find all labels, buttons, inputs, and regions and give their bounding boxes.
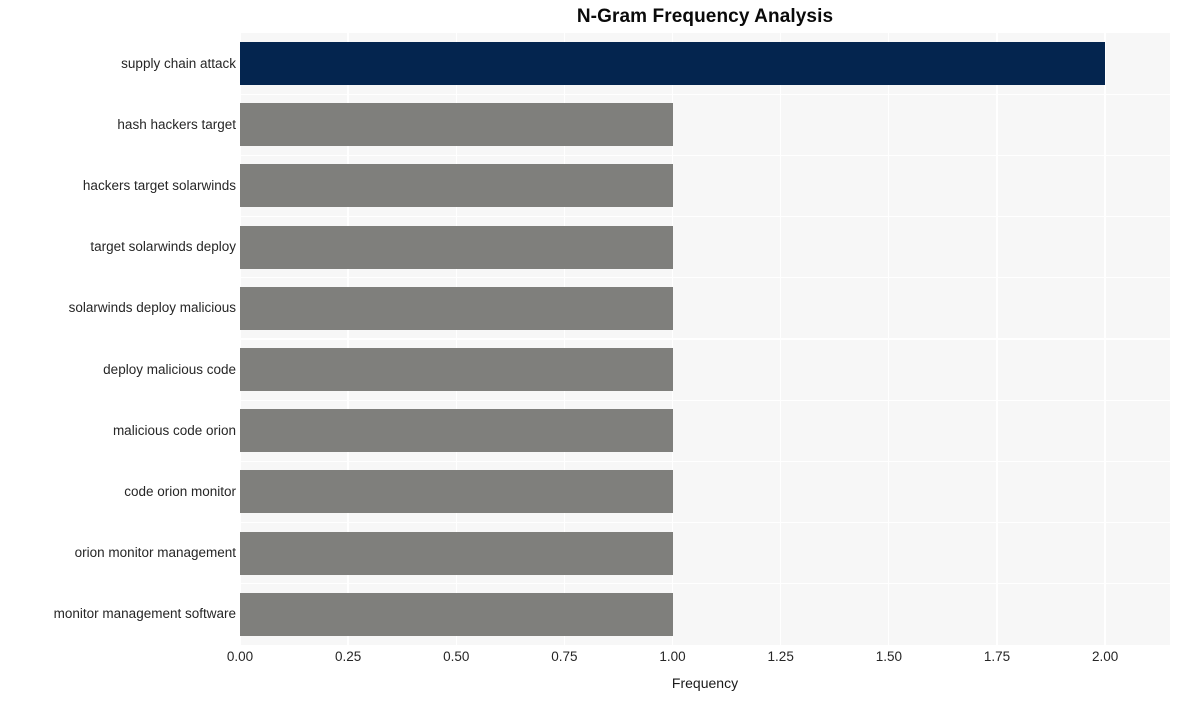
y-axis-tick-label: monitor management software <box>53 606 236 622</box>
y-axis-tick-label: orion monitor management <box>74 545 236 561</box>
y-axis-tick-labels: supply chain attack hash hackers target ha… <box>0 33 236 645</box>
bar-row <box>240 461 1170 522</box>
x-axis-tick-label: 0.25 <box>334 649 362 664</box>
x-axis-label: Frequency <box>671 675 739 691</box>
bar[interactable] <box>240 470 673 514</box>
bar[interactable] <box>240 348 673 392</box>
bar-row <box>240 339 1170 400</box>
y-axis-tick-label: supply chain attack <box>121 55 236 71</box>
bar-row <box>240 155 1170 216</box>
x-axis-tick-label: 0.75 <box>551 649 578 664</box>
y-axis-tick-label: hackers target solarwinds <box>82 178 236 193</box>
y-axis-tick-label: target solarwinds deploy <box>90 239 236 255</box>
y-axis-tick-label: malicious code orion <box>112 422 236 438</box>
bar[interactable] <box>240 286 673 330</box>
x-axis-tick-label: 0.00 <box>226 649 254 664</box>
y-axis-tick-label: solarwinds deploy malicious <box>68 300 236 316</box>
chart-figure: N-Gram Frequency Analysis supply chain a… <box>0 0 1180 701</box>
bar-row <box>240 584 1170 645</box>
bar-row <box>240 217 1170 278</box>
bar-row <box>240 523 1170 584</box>
bar[interactable] <box>240 592 673 636</box>
x-axis-tick-label: 2.00 <box>1091 649 1119 664</box>
bar[interactable] <box>240 409 673 453</box>
y-axis-tick-label: code orion monitor <box>124 484 236 499</box>
bar-row <box>240 400 1170 461</box>
y-axis-tick-label: hash hackers target <box>117 116 236 132</box>
bar-row <box>240 33 1170 94</box>
y-axis-tick-label: deploy malicious code <box>103 361 236 377</box>
x-axis-tick-label: 1.25 <box>767 649 794 664</box>
chart-title: N-Gram Frequency Analysis <box>576 6 834 27</box>
bar[interactable] <box>240 103 673 147</box>
bar-row <box>240 94 1170 155</box>
x-axis-tick-label: 1.00 <box>659 649 686 664</box>
x-axis-tick-label: 1.50 <box>875 649 902 664</box>
bar[interactable] <box>240 225 673 269</box>
x-axis-tick-label: 1.75 <box>983 649 1011 664</box>
plot-area <box>240 33 1170 645</box>
bar[interactable] <box>240 531 673 575</box>
bar[interactable] <box>240 164 673 208</box>
x-axis-tick-label: 0.50 <box>443 649 470 664</box>
bar-row <box>240 278 1170 339</box>
bar[interactable] <box>240 42 1106 86</box>
x-axis-tick-labels: 0.00 0.25 0.50 0.75 1.00 1.25 1.50 1.75 2.00 <box>227 649 1170 672</box>
